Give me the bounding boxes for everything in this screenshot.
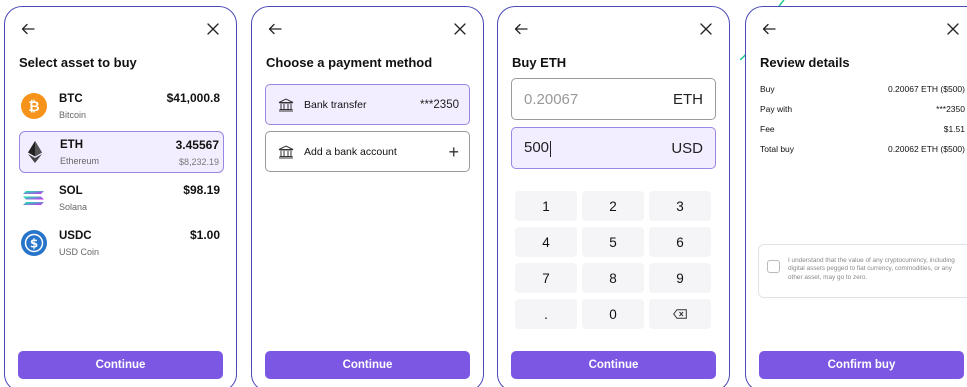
page-title: Choose a payment method: [266, 55, 433, 70]
top-bar: [512, 19, 715, 39]
page-title: Review details: [760, 55, 850, 70]
page-title: Select asset to buy: [19, 55, 137, 70]
review-row-total: Total buy 0.20062 ETH ($500): [760, 144, 965, 154]
key-3[interactable]: 3: [649, 191, 711, 221]
close-icon[interactable]: [204, 20, 222, 38]
review-row-pay-with: Pay with ***2350: [760, 104, 965, 114]
select-asset-screen: Select asset to buy ₿ BTC Bitcoin $41,00…: [4, 6, 237, 387]
top-bar: [760, 19, 962, 39]
svg-text:$: $: [30, 237, 38, 251]
page-title: Buy ETH: [512, 55, 567, 70]
payment-option-label: Add a bank account: [304, 145, 397, 158]
confirm-buy-button[interactable]: Confirm buy: [759, 351, 964, 379]
review-details-screen: Review details Buy 0.20067 ETH ($500) Pa…: [745, 6, 967, 387]
asset-symbol: ETH: [60, 138, 83, 151]
close-icon[interactable]: [451, 20, 469, 38]
asset-name: Solana: [59, 201, 88, 212]
asset-symbol: BTC: [59, 92, 83, 105]
crypto-currency-label: ETH: [673, 90, 703, 108]
account-number: ***2350: [419, 98, 459, 111]
asset-fiat-value: $8,232.19: [178, 156, 219, 167]
crypto-amount-field[interactable]: 0.20067 ETH: [511, 78, 716, 120]
asset-row-usdc[interactable]: $ USDC USD Coin $1.00: [19, 222, 224, 264]
solana-logo-icon: [21, 185, 47, 211]
continue-button[interactable]: Continue: [18, 351, 223, 379]
key-backspace[interactable]: [649, 299, 711, 329]
bank-icon: [278, 97, 294, 111]
review-value: 0.20062 ETH ($500): [887, 144, 965, 154]
back-arrow-icon[interactable]: [760, 20, 778, 38]
acknowledge-text: I understand that the value of any crypt…: [788, 257, 955, 281]
asset-symbol: SOL: [59, 184, 83, 197]
continue-button[interactable]: Continue: [511, 351, 716, 379]
review-value: ***2350: [936, 104, 965, 114]
plus-icon[interactable]: +: [448, 143, 459, 161]
usdc-logo-icon: $: [21, 230, 47, 256]
continue-button[interactable]: Continue: [265, 351, 470, 379]
asset-row-sol[interactable]: SOL Solana $98.19: [19, 177, 224, 219]
numeric-keypad: 1 2 3 4 5 6 7 8 9 . 0: [515, 191, 711, 329]
fiat-amount-value: 500: [524, 139, 550, 157]
asset-symbol: USDC: [59, 229, 92, 242]
key-5[interactable]: 5: [582, 227, 644, 257]
asset-value: $98.19: [183, 183, 220, 197]
payment-option-label: Bank transfer: [304, 98, 367, 111]
review-value: $1.51: [943, 124, 965, 134]
top-bar: [19, 19, 222, 39]
payment-option-add-bank[interactable]: Add a bank account +: [265, 131, 470, 172]
payment-option-bank-transfer[interactable]: Bank transfer ***2350: [265, 84, 470, 125]
text-cursor: [550, 140, 552, 157]
review-row-buy: Buy 0.20067 ETH ($500): [760, 84, 965, 94]
bitcoin-logo-icon: ₿: [21, 93, 47, 119]
asset-value: 3.45567: [175, 137, 219, 152]
svg-text:₿: ₿: [28, 99, 39, 115]
acknowledge-checkbox[interactable]: [767, 260, 780, 273]
backspace-icon: [673, 309, 687, 319]
review-value: 0.20067 ETH ($500): [887, 84, 965, 94]
review-label: Fee: [760, 124, 775, 134]
asset-value: $41,000.8: [166, 91, 220, 105]
asset-row-eth[interactable]: ETH Ethereum 3.45567 $8,232.19: [19, 131, 224, 173]
bank-icon: [278, 144, 294, 158]
key-8[interactable]: 8: [582, 263, 644, 293]
top-bar: [266, 19, 469, 39]
asset-name: Ethereum: [60, 155, 100, 166]
key-decimal[interactable]: .: [515, 299, 577, 329]
buy-amount-screen: Buy ETH 0.20067 ETH 500 USD 1 2 3 4 5 6 …: [497, 6, 730, 387]
ethereum-logo-icon: [22, 139, 48, 165]
close-icon[interactable]: [944, 20, 962, 38]
key-1[interactable]: 1: [515, 191, 577, 221]
asset-row-btc[interactable]: ₿ BTC Bitcoin $41,000.8: [19, 85, 224, 127]
review-label: Pay with: [760, 104, 793, 114]
key-4[interactable]: 4: [515, 227, 577, 257]
asset-value: $1.00: [189, 228, 220, 242]
fiat-currency-label: USD: [671, 139, 703, 157]
key-2[interactable]: 2: [582, 191, 644, 221]
asset-name: Bitcoin: [59, 109, 87, 120]
review-label: Total buy: [760, 144, 795, 154]
asset-name: USD Coin: [59, 246, 100, 257]
fiat-amount-field[interactable]: 500 USD: [511, 127, 716, 169]
close-icon[interactable]: [697, 20, 715, 38]
review-row-fee: Fee $1.51: [760, 124, 965, 134]
back-arrow-icon[interactable]: [19, 20, 37, 38]
key-7[interactable]: 7: [515, 263, 577, 293]
review-label: Buy: [760, 84, 775, 94]
key-0[interactable]: 0: [582, 299, 644, 329]
back-arrow-icon[interactable]: [266, 20, 284, 38]
crypto-amount-value: 0.20067: [524, 90, 579, 108]
back-arrow-icon[interactable]: [512, 20, 530, 38]
payment-method-screen: Choose a payment method Bank transfer **…: [251, 6, 484, 387]
risk-acknowledgement: I understand that the value of any crypt…: [758, 244, 967, 298]
key-6[interactable]: 6: [649, 227, 711, 257]
key-9[interactable]: 9: [649, 263, 711, 293]
